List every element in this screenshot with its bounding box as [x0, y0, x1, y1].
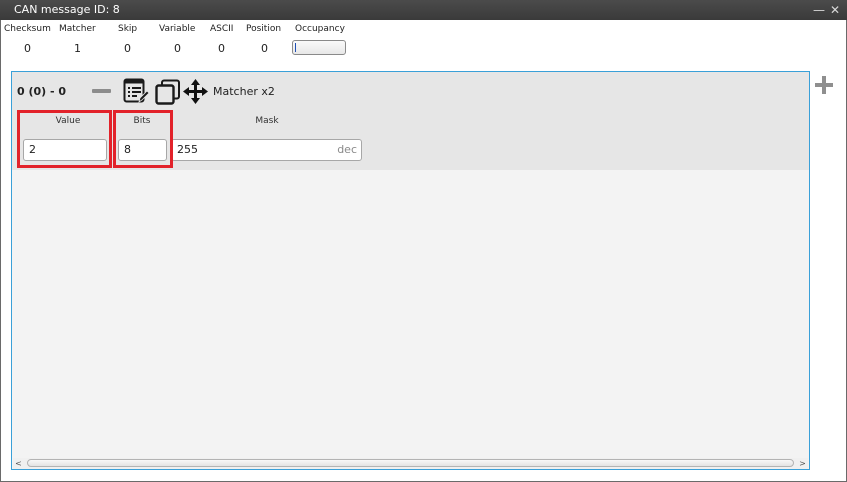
stat-label-skip: Skip [118, 24, 138, 34]
stat-value-position: 0 [261, 42, 268, 55]
mask-unit-label: dec [337, 143, 357, 156]
stat-value-variable: 0 [174, 42, 181, 55]
close-button[interactable]: ✕ [828, 2, 842, 18]
stat-label-variable: Variable [159, 24, 196, 34]
copy-icon[interactable] [155, 79, 181, 105]
matcher-type-label: Matcher x2 [213, 85, 275, 98]
stat-label-checksum: Checksum [4, 24, 51, 34]
horizontal-scrollbar[interactable]: < > [13, 458, 808, 469]
window-title-bar[interactable]: CAN message ID: 8 — ✕ [0, 0, 847, 20]
stat-value-checksum: 0 [24, 42, 31, 55]
matchers-panel: 0 (0) - 0 Matcher x2 Value Bits Mask 2 8… [11, 71, 810, 470]
plus-icon[interactable] [814, 75, 834, 95]
mask-label: Mask [255, 116, 279, 126]
stat-value-skip: 0 [124, 42, 131, 55]
stat-value-ascii: 0 [218, 42, 225, 55]
matcher-row: 0 (0) - 0 Matcher x2 Value Bits Mask 2 8… [12, 72, 809, 170]
occupancy-level [295, 43, 296, 52]
minus-icon[interactable] [92, 89, 111, 93]
matcher-row-id: 0 (0) - 0 [17, 85, 67, 98]
minimize-button[interactable]: — [812, 2, 826, 18]
bits-highlight-box [113, 110, 173, 168]
scrollbar-thumb[interactable] [27, 459, 794, 467]
scroll-left-arrow[interactable]: < [13, 458, 24, 469]
stat-value-matcher: 1 [74, 42, 81, 55]
stat-label-ascii: ASCII [210, 24, 234, 34]
mask-input-text: 255 [177, 143, 198, 156]
stat-label-occupancy: Occupancy [295, 24, 345, 34]
occupancy-bar [292, 40, 346, 55]
mask-input[interactable]: 255 dec [171, 139, 362, 161]
stat-label-matcher: Matcher [59, 24, 96, 34]
list-edit-icon[interactable] [123, 78, 149, 104]
move-icon[interactable] [183, 79, 208, 104]
window-title: CAN message ID: 8 [14, 3, 120, 16]
scroll-right-arrow[interactable]: > [797, 458, 808, 469]
value-highlight-box [17, 110, 112, 168]
stat-label-position: Position [246, 24, 282, 34]
